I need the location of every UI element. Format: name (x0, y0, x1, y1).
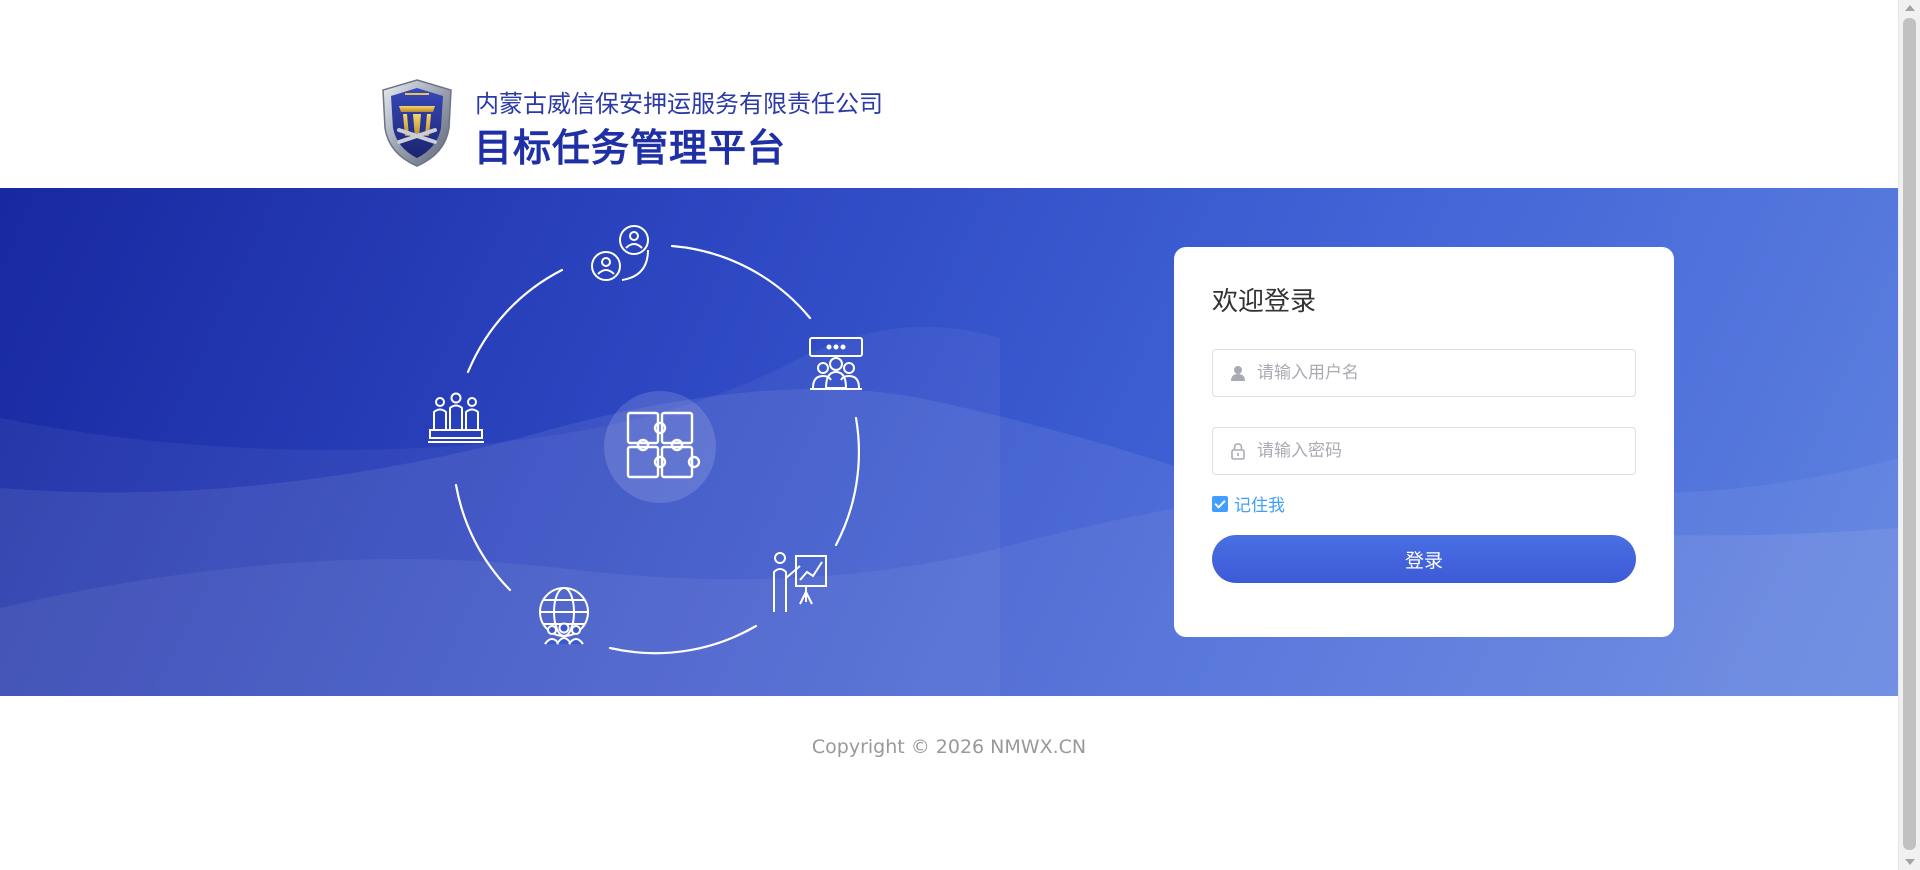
vertical-scrollbar[interactable] (1898, 0, 1920, 870)
password-input[interactable] (1257, 428, 1627, 474)
presentation-chart-icon (773, 552, 827, 612)
scroll-up-arrow-icon[interactable] (1905, 5, 1915, 11)
login-button[interactable]: 登录 (1212, 535, 1636, 583)
username-field[interactable] (1212, 349, 1636, 397)
management-illustration (428, 225, 863, 655)
user-icon (1231, 366, 1245, 381)
remember-me[interactable]: 记住我 (1212, 491, 1285, 516)
team-podium-icon (428, 392, 484, 443)
scroll-down-arrow-icon[interactable] (1905, 859, 1915, 865)
copyright: Copyright © 2026 NMWX.CN (811, 736, 1087, 758)
puzzle-icon (604, 391, 716, 503)
header: 内蒙古威信保安押运服务有限责任公司 目标任务管理平台 (0, 0, 1898, 188)
login-title: 欢迎登录 (1212, 287, 1317, 317)
login-card: 欢迎登录 记住我 登录 (1174, 247, 1674, 637)
scroll-thumb[interactable] (1903, 18, 1916, 850)
remember-label[interactable]: 记住我 (1234, 491, 1285, 516)
users-circle-icon (591, 225, 649, 281)
remember-checkbox[interactable] (1212, 496, 1228, 512)
company-name: 内蒙古威信保安押运服务有限责任公司 (475, 90, 883, 118)
meeting-icon (809, 337, 863, 390)
login-page: 内蒙古威信保安押运服务有限责任公司 目标任务管理平台 欢迎登录 请输入用户名 记… (0, 0, 1920, 870)
lock-icon (1231, 443, 1245, 460)
globe-people-icon (539, 587, 589, 645)
username-input[interactable] (1257, 350, 1627, 396)
platform-title: 目标任务管理平台 (474, 126, 787, 170)
shield-emblem-logo (382, 79, 452, 167)
password-field[interactable] (1212, 427, 1636, 475)
